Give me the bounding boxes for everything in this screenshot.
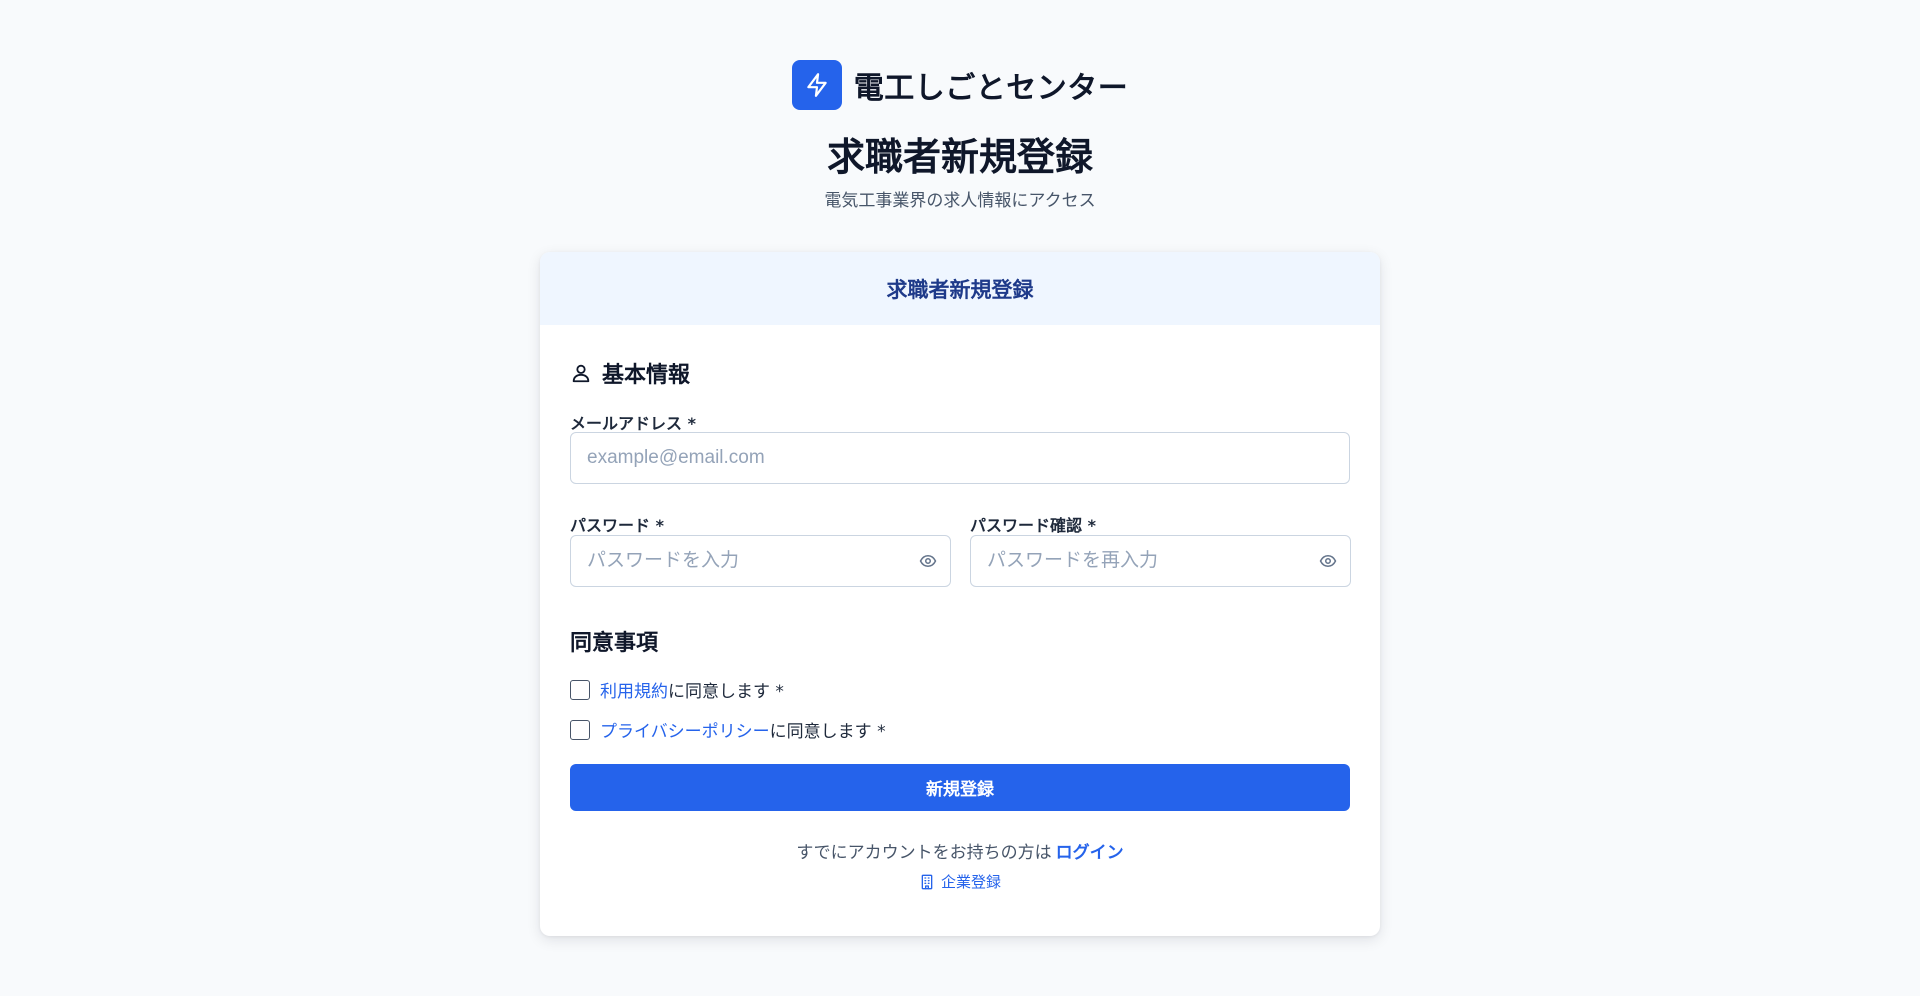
company-register-row: 企業登録 xyxy=(540,871,1380,892)
basic-info-title: 基本情報 xyxy=(602,363,691,388)
brand-logo xyxy=(791,60,842,110)
building-icon xyxy=(921,874,933,889)
registration-page: 電工しごとセンター 求職者新規登録 電気工事業界の求人情報にアクセス 求職者新規… xyxy=(0,0,1920,996)
brand-name: 電工しごとセンター xyxy=(853,71,1129,106)
privacy-checkbox[interactable] xyxy=(570,719,590,740)
terms-link[interactable]: 利用規約 xyxy=(600,682,668,702)
brand-header: 電工しごとセンター xyxy=(0,60,1920,110)
page-title: 求職者新規登録 xyxy=(826,135,1093,179)
password-input[interactable] xyxy=(570,535,951,587)
privacy-link[interactable]: プライバシーポリシー xyxy=(600,722,770,742)
email-label: メールアドレス * xyxy=(570,414,696,433)
user-icon xyxy=(572,364,590,383)
registration-card: 求職者新規登録 基本情報 メールアドレス * パスワード * xyxy=(540,252,1380,936)
password-field xyxy=(570,535,951,587)
bolt-icon xyxy=(807,73,827,97)
terms-suffix: に同意します * xyxy=(668,682,784,702)
show-password-button[interactable] xyxy=(919,552,937,570)
eye-icon xyxy=(1319,555,1337,567)
terms-agreement-row: 利用規約に同意します * xyxy=(570,677,784,702)
login-prompt-text: すでにアカウントをお持ちの方は xyxy=(796,843,1052,863)
card-header-title: 求職者新規登録 xyxy=(886,277,1034,302)
privacy-agreement-row: プライバシーポリシーに同意します * xyxy=(570,717,886,742)
login-prompt: すでにアカウントをお持ちの方は ログイン xyxy=(540,838,1380,863)
register-button[interactable]: 新規登録 xyxy=(570,764,1350,811)
password-confirm-label: パスワード確認 * xyxy=(970,516,1096,535)
card-header: 求職者新規登録 xyxy=(540,252,1380,325)
company-register-link[interactable]: 企業登録 xyxy=(941,871,1001,892)
password-confirm-input[interactable] xyxy=(970,535,1351,587)
basic-info-section-title: 基本情報 xyxy=(570,357,690,389)
show-password-confirm-button[interactable] xyxy=(1319,552,1337,570)
privacy-text: プライバシーポリシーに同意します * xyxy=(600,717,886,742)
terms-text: 利用規約に同意します * xyxy=(600,677,784,702)
page-subtitle: 電気工事業界の求人情報にアクセス xyxy=(824,191,1096,211)
password-confirm-field xyxy=(970,535,1351,587)
password-label: パスワード * xyxy=(570,516,664,535)
privacy-suffix: に同意します * xyxy=(769,722,886,742)
agreement-title: 同意事項 xyxy=(570,631,659,656)
eye-icon xyxy=(919,555,937,567)
agreement-section-title: 同意事項 xyxy=(570,625,658,657)
email-input[interactable] xyxy=(570,432,1350,484)
login-link[interactable]: ログイン xyxy=(1056,843,1124,863)
terms-checkbox[interactable] xyxy=(570,679,590,700)
